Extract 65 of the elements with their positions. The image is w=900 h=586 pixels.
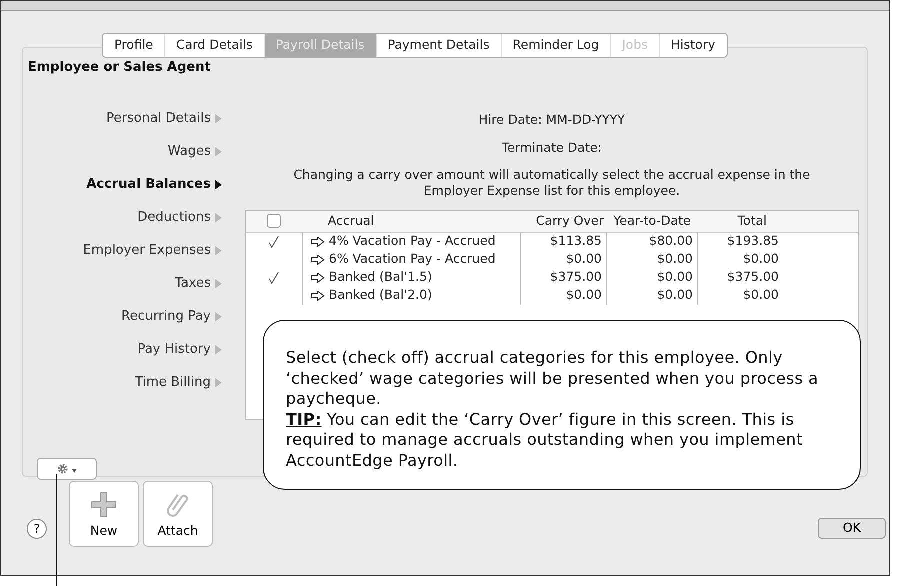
table-cell-text: $113.85 (550, 232, 602, 250)
arrow-icon (311, 236, 325, 247)
checkmark-icon[interactable] (269, 236, 279, 248)
column-header: Year-to-Date (612, 212, 692, 230)
callout-tip: TIP: You can edit the ‘Carry Over’ figure in this screen. This is required to manage accruals outstanding when you implement AccountEdge Payroll. (286, 410, 804, 471)
tab[interactable]: History (660, 34, 726, 57)
paperclip-icon (167, 492, 189, 518)
table-cell-text: $0.00 (657, 250, 693, 268)
table-cell-text: $0.00 (657, 268, 693, 286)
disclosure-arrow-icon (215, 278, 222, 289)
table-cell-text: $0.00 (743, 250, 779, 268)
gear-icon (57, 462, 69, 475)
table-cell-text: $0.00 (566, 250, 602, 268)
column-header: Carry Over (535, 212, 605, 230)
arrow-icon (311, 272, 325, 283)
column-header: Accrual (327, 212, 376, 230)
disclosure-arrow-icon (215, 344, 222, 355)
arrow-icon (311, 254, 325, 265)
caret-icon (72, 469, 77, 474)
hire-date-value: MM-DD-YYYY (546, 111, 626, 130)
disclosure-arrow-icon (215, 246, 222, 256)
disclosure-arrow-icon (215, 146, 222, 157)
table-cell-text: $0.00 (566, 286, 602, 304)
gear-menu-button[interactable] (37, 458, 97, 480)
sidebar-item[interactable]: Time Billing (135, 373, 222, 392)
tab[interactable]: Reminder Log (502, 34, 612, 57)
sidebar-item[interactable]: Deductions (138, 208, 222, 228)
table-cell-text: $193.85 (727, 232, 779, 250)
table-cell-text: $375.00 (727, 268, 779, 286)
table-cell-text: 6% Vacation Pay - Accrued (329, 250, 496, 268)
sidebar-item[interactable]: Pay History (138, 340, 222, 360)
ok-button[interactable]: OK (818, 518, 886, 539)
checkbox[interactable] (267, 214, 281, 228)
column-header: Total (736, 212, 768, 230)
sidebar-item[interactable]: Recurring Pay (122, 307, 222, 326)
hire-date-label: Hire Date: (478, 111, 542, 130)
tab[interactable]: Profile (103, 34, 166, 57)
plus-icon (91, 492, 117, 518)
info-text: Changing a carry over amount will automatically select the accrual expense in the Employer Expense list for this employee. (292, 166, 812, 199)
disclosure-arrow-icon (215, 312, 222, 322)
terminate-date-label: Terminate Date: (502, 139, 602, 157)
sidebar-item[interactable]: Employer Expenses (83, 241, 222, 260)
table-cell-text: Banked (Bal'1.5) (329, 268, 432, 286)
help-button[interactable]: ? (27, 518, 47, 539)
sidebar-item[interactable]: Wages (168, 142, 222, 162)
table-cell-text: $80.00 (649, 232, 693, 250)
arrow-icon (311, 290, 325, 301)
disclosure-arrow-icon (215, 114, 222, 124)
table-cell-text: $0.00 (657, 286, 693, 304)
disclosure-arrow-icon (215, 378, 222, 388)
table-cell-text: 4% Vacation Pay - Accrued (329, 232, 496, 250)
disclosure-arrow-icon (215, 212, 222, 223)
sidebar-item[interactable]: Taxes (175, 274, 222, 294)
attach-button[interactable]: Attach (143, 480, 213, 547)
table-cell-text: $0.00 (743, 286, 779, 304)
sidebar-item[interactable]: Accrual Balances (86, 175, 222, 194)
sidebar-item[interactable]: Personal Details (106, 109, 222, 128)
checkmark-icon[interactable] (269, 272, 279, 284)
tab[interactable]: Payment Details (376, 34, 502, 57)
table-cell-text: $375.00 (550, 268, 602, 286)
disclosure-arrow-icon (215, 180, 222, 190)
panel-title: Employee or Sales Agent (27, 58, 211, 77)
new-button[interactable]: New (69, 480, 139, 547)
callout-text: Select (check off) accrual categories for this employee. Only ‘checked’ wage categories will be presented when you process a paycheque. (286, 348, 820, 410)
table-cell-text: Banked (Bal'2.0) (329, 286, 432, 304)
